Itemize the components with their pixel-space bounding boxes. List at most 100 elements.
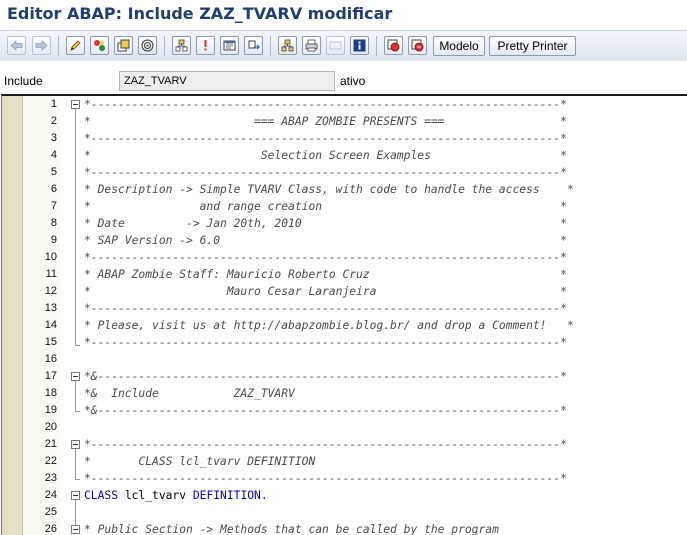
title-bar: Editor ABAP: Include ZAZ_TVARV modificar — [0, 0, 687, 30]
line-number: 4 — [50, 149, 57, 161]
code-text: *---------------------------------------… — [84, 132, 567, 145]
code-line[interactable]: 17 *&------------------------------------… — [2, 368, 687, 385]
edit-pencil-icon[interactable] — [66, 36, 85, 55]
back-arrow-icon[interactable] — [7, 36, 26, 55]
code-line[interactable]: 19 *&------------------------------------… — [2, 402, 687, 419]
code-line[interactable]: 20 — [2, 419, 687, 436]
code-line[interactable]: 15 *-------------------------------------… — [2, 334, 687, 351]
code-text: * Mauro Cesar Laranjeira * — [84, 285, 567, 298]
pretty-printer-button[interactable]: Pretty Printer — [489, 36, 576, 56]
activate-icon[interactable] — [138, 36, 157, 55]
code-text: * Date -> Jan 20th, 2010 * — [84, 217, 567, 230]
code-text: *---------------------------------------… — [84, 472, 567, 485]
code-text: * CLASS lcl_tvarv DEFINITION — [84, 455, 316, 468]
disabled-icon[interactable] — [326, 36, 345, 55]
line-number: 19 — [44, 404, 57, 416]
line-number: 18 — [44, 387, 57, 399]
code-line[interactable]: 8 * Date -> Jan 20th, 2010 * — [2, 215, 687, 232]
line-number: 17 — [44, 370, 57, 382]
code-text: * and range creation * — [84, 200, 567, 213]
code-text: * Selection Screen Examples * — [84, 149, 567, 162]
code-line[interactable]: 22 * CLASS lcl_tvarv DEFINITION — [2, 453, 687, 470]
line-number: 5 — [50, 166, 57, 178]
display-object-list-icon[interactable] — [220, 36, 239, 55]
pretty-printer-icon[interactable] — [302, 36, 321, 55]
code-text: CLASS lcl_tvarv DEFINITION. — [84, 487, 268, 504]
code-line[interactable]: 13 *-------------------------------------… — [2, 300, 687, 317]
line-number: 16 — [44, 353, 57, 365]
window-title: Editor ABAP: Include ZAZ_TVARV modificar — [7, 4, 393, 23]
code-line[interactable]: 11 * ABAP Zombie Staff: Mauricio Roberto … — [2, 266, 687, 283]
program-info-row: Include ZAZ_TVARV ativo — [0, 61, 687, 94]
line-number: 3 — [50, 132, 57, 144]
code-text: *---------------------------------------… — [84, 251, 567, 264]
line-number: 8 — [50, 217, 57, 229]
code-text: * Please, visit us at http://abapzombie.… — [84, 319, 574, 332]
code-line[interactable]: 12 * Mauro Cesar Laranjeira * — [2, 283, 687, 300]
code-line[interactable]: 5 *--------------------------------------… — [2, 164, 687, 181]
code-text: * SAP Version -> 6.0 * — [84, 234, 567, 247]
code-line[interactable]: 7 * and range creation * — [2, 198, 687, 215]
line-number: 7 — [50, 200, 57, 212]
line-number: 1 — [50, 98, 57, 110]
session-breakpoint-icon[interactable] — [408, 36, 427, 55]
status-text: ativo — [340, 74, 366, 88]
line-number: 2 — [50, 115, 57, 127]
code-line[interactable]: 14 * Please, visit us at http://abapzombi… — [2, 317, 687, 334]
forward-arrow-icon[interactable] — [32, 36, 51, 55]
code-line[interactable]: 9 * SAP Version -> 6.0 * — [2, 232, 687, 249]
code-text: * ABAP Zombie Staff: Mauricio Roberto Cr… — [84, 268, 567, 281]
code-text: *&--------------------------------------… — [84, 404, 567, 417]
toolbar-separator — [164, 36, 165, 56]
code-line[interactable]: 4 * Selection Screen Examples * — [2, 147, 687, 164]
toolbar-separator — [376, 36, 377, 56]
other-object-icon[interactable] — [114, 36, 133, 55]
code-line[interactable]: 24 CLASS lcl_tvarv DEFINITION. — [2, 487, 687, 504]
code-line[interactable]: 23 *-------------------------------------… — [2, 470, 687, 487]
info-icon[interactable] — [350, 36, 369, 55]
navigate-icon[interactable] — [196, 36, 215, 55]
line-number: 14 — [44, 319, 57, 331]
code-line[interactable]: 6 * Description -> Simple TVARV Class, wi… — [2, 181, 687, 198]
code-line[interactable]: 16 — [2, 351, 687, 368]
toolbar-separator — [58, 36, 59, 56]
code-line[interactable]: 3 *--------------------------------------… — [2, 130, 687, 147]
line-number: 10 — [44, 251, 57, 263]
code-line[interactable]: 2 * === ABAP ZOMBIE PRESENTS === * — [2, 113, 687, 130]
code-text: *---------------------------------------… — [84, 166, 567, 179]
include-name-field[interactable]: ZAZ_TVARV — [119, 71, 335, 91]
code-text: *---------------------------------------… — [84, 98, 567, 111]
code-line[interactable]: 10 *-------------------------------------… — [2, 249, 687, 266]
keyword: DEFINITION. — [192, 489, 268, 502]
line-number: 15 — [44, 336, 57, 348]
pattern-icon[interactable] — [278, 36, 297, 55]
code-line[interactable]: 18 *& Include ZAZ_TVARV — [2, 385, 687, 402]
code-text: *&--------------------------------------… — [84, 370, 567, 383]
line-number: 20 — [44, 421, 57, 433]
code-line[interactable]: 1 *--------------------------------------… — [2, 96, 687, 113]
modelo-button[interactable]: Modelo — [433, 36, 485, 56]
line-number: 13 — [44, 302, 57, 314]
include-label: Include — [4, 74, 43, 88]
code-text: * Description -> Simple TVARV Class, wit… — [84, 183, 574, 196]
enhancement-icon[interactable] — [244, 36, 263, 55]
where-used-icon[interactable] — [172, 36, 191, 55]
application-toolbar: Modelo Pretty Printer — [0, 30, 687, 62]
toggle-display-icon[interactable] — [90, 36, 109, 55]
code-line[interactable]: 21 *-------------------------------------… — [2, 436, 687, 453]
code-line[interactable]: 25 — [2, 504, 687, 521]
line-number: 9 — [50, 234, 57, 246]
line-number: 11 — [45, 268, 57, 280]
code-text: *---------------------------------------… — [84, 302, 567, 315]
line-number: 25 — [44, 506, 57, 518]
breakpoint-icon[interactable] — [384, 36, 403, 55]
code-text: *---------------------------------------… — [84, 336, 567, 349]
abap-code-editor[interactable]: 1 *--------------------------------------… — [1, 94, 687, 535]
code-text: *---------------------------------------… — [84, 438, 567, 451]
keyword: CLASS — [84, 489, 119, 502]
toolbar-separator — [270, 36, 271, 56]
line-number: 22 — [44, 455, 57, 467]
code-text: * === ABAP ZOMBIE PRESENTS === * — [84, 115, 567, 128]
line-number: 24 — [44, 489, 57, 501]
line-number: 21 — [44, 438, 57, 450]
